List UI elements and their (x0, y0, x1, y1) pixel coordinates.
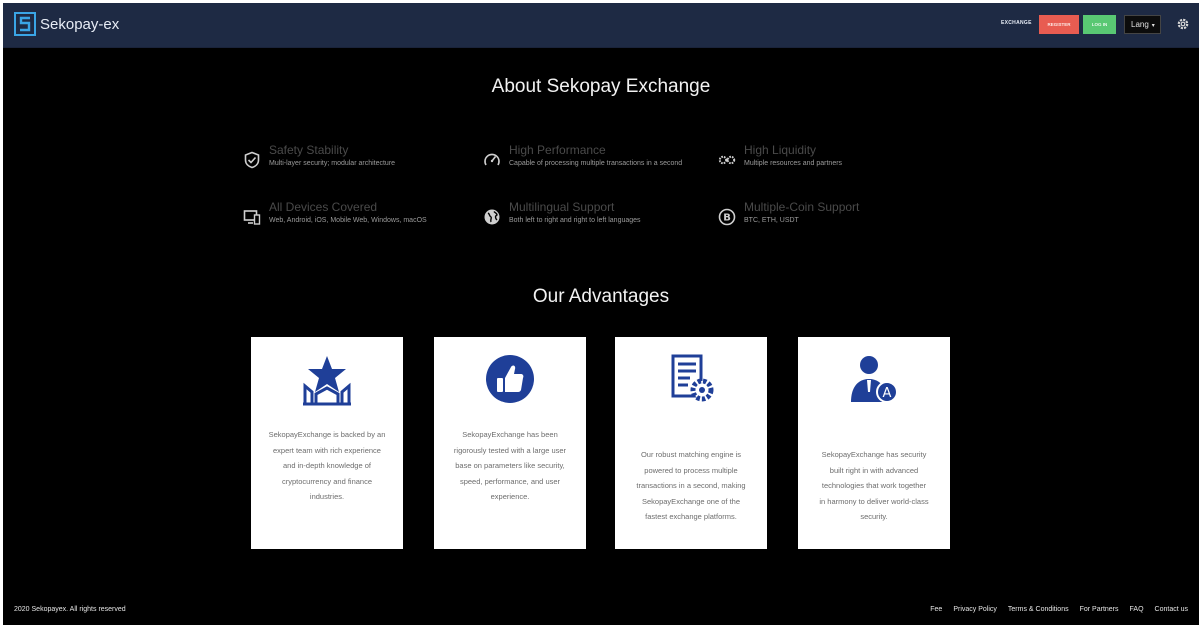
sekopay-logo-icon (14, 12, 36, 36)
feature-multilingual: Multilingual Support Both left to right … (483, 200, 723, 240)
text-line: Our robust matching engine is (640, 450, 742, 459)
feature-multiple-coin: B Multiple-Coin Support BTC, ETH, USDT (718, 200, 958, 240)
text-line: in harmony to deliver world-class (819, 496, 929, 506)
text-line: fastest exchange platforms. (645, 512, 737, 521)
advantage-text: Our robust matching engine is powered to… (623, 447, 759, 525)
devices-icon (243, 210, 261, 225)
text-line: transactions in a second, making (636, 481, 746, 490)
text-line: expert team with rich experience (273, 445, 381, 455)
feature-title: High Liquidity (744, 143, 817, 157)
footer-link-privacy[interactable]: Privacy Policy (953, 606, 997, 613)
text-line: industries. (309, 492, 345, 501)
text-line: and in-depth knowledge of (283, 461, 371, 470)
globe-icon (484, 209, 500, 225)
text-line: cryptocurrency and finance (281, 476, 373, 486)
text-line: SekopayExchange has been (462, 430, 558, 439)
text-line: built right in with advanced (829, 465, 919, 475)
footer-links: Fee Privacy Policy Terms & Conditions Fo… (930, 606, 1188, 613)
advantage-card: SekopayExchange has been rigorously test… (434, 337, 586, 549)
gear-icon[interactable] (1176, 17, 1190, 31)
language-dropdown[interactable]: Lang ▾ (1124, 15, 1161, 34)
advantage-text: SekopayExchange has security built right… (806, 447, 942, 525)
language-label: Lang (1131, 20, 1149, 29)
feature-desc: Web, Android, iOS, Mobile Web, Windows, … (269, 217, 427, 224)
feature-title: Multilingual Support (509, 200, 615, 214)
svg-text:B: B (723, 213, 731, 224)
text-line: speed, performance, and user (459, 476, 561, 486)
about-heading: About Sekopay Exchange (491, 76, 711, 97)
document-gear-icon (671, 354, 714, 402)
text-line: SekopayExchange one of the (642, 496, 740, 506)
feature-title: Safety Stability (269, 143, 349, 157)
brand-name: Sekopay-ex (40, 15, 120, 33)
text-line: security. (860, 512, 888, 521)
text-line: SekopayExchange is backed by an (268, 430, 386, 439)
feature-desc: Multi-layer security; modular architectu… (269, 160, 396, 167)
footer-link-partners[interactable]: For Partners (1080, 606, 1119, 613)
speedometer-icon (484, 153, 500, 166)
feature-high-liquidity: High Liquidity Multiple resources and pa… (718, 143, 958, 183)
bitcoin-icon: B (718, 208, 736, 226)
text-line: rigorously tested with a large user (453, 445, 567, 455)
top-navbar: Sekopay-ex EXCHANGE REGISTER LOG IN Lang… (3, 3, 1199, 48)
feature-desc: BTC, ETH, USDT (744, 217, 799, 224)
advantages-heading: Our Advantages (532, 286, 670, 307)
feature-title: Multiple-Coin Support (744, 200, 860, 214)
feature-desc: Capable of processing multiple transacti… (509, 160, 683, 167)
text-line: base on parameters like security, (455, 461, 565, 470)
caret-down-icon: ▾ (1151, 23, 1155, 29)
footer-link-fee[interactable]: Fee (930, 606, 942, 613)
feature-all-devices: All Devices Covered Web, Android, iOS, M… (243, 200, 483, 240)
footer-link-terms[interactable]: Terms & Conditions (1008, 606, 1069, 613)
feature-safety-stability: Safety Stability Multi-layer security; m… (243, 143, 483, 183)
text-line: experience. (490, 492, 530, 501)
brand[interactable]: Sekopay-ex (14, 12, 119, 36)
advantage-card: SekopayExchange is backed by an expert t… (251, 337, 403, 549)
advantage-card: A SekopayExchange has security built rig… (798, 337, 950, 549)
svg-text:A: A (883, 386, 892, 401)
star-building-icon (303, 356, 351, 406)
thumbs-up-icon (486, 355, 534, 403)
gears-icon (718, 155, 736, 165)
advantage-card: Our robust matching engine is powered to… (615, 337, 767, 549)
shield-check-icon (244, 151, 260, 169)
text-line: technologies that work together (821, 481, 927, 490)
feature-title: All Devices Covered (269, 200, 378, 214)
footer-link-contact[interactable]: Contact us (1155, 606, 1188, 613)
text-line: SekopayExchange has security (821, 450, 927, 459)
nav-exchange-link[interactable]: EXCHANGE (1001, 20, 1032, 26)
feature-high-performance: High Performance Capable of processing m… (483, 143, 723, 183)
footer-link-faq[interactable]: FAQ (1130, 606, 1144, 613)
text-line: powered to process multiple (644, 465, 738, 475)
feature-desc: Multiple resources and partners (744, 160, 843, 167)
page: Sekopay-ex EXCHANGE REGISTER LOG IN Lang… (3, 3, 1199, 625)
user-security-icon: A (851, 356, 898, 403)
feature-title: High Performance (509, 143, 606, 157)
footer-copyright: 2020 Sekopayex. All rights reserved (14, 606, 126, 613)
feature-desc: Both left to right and right to left lan… (509, 217, 641, 224)
login-button[interactable]: LOG IN (1083, 15, 1116, 34)
advantage-text: SekopayExchange is backed by an expert t… (259, 427, 395, 505)
advantage-text: SekopayExchange has been rigorously test… (442, 427, 578, 505)
register-button[interactable]: REGISTER (1039, 15, 1079, 34)
